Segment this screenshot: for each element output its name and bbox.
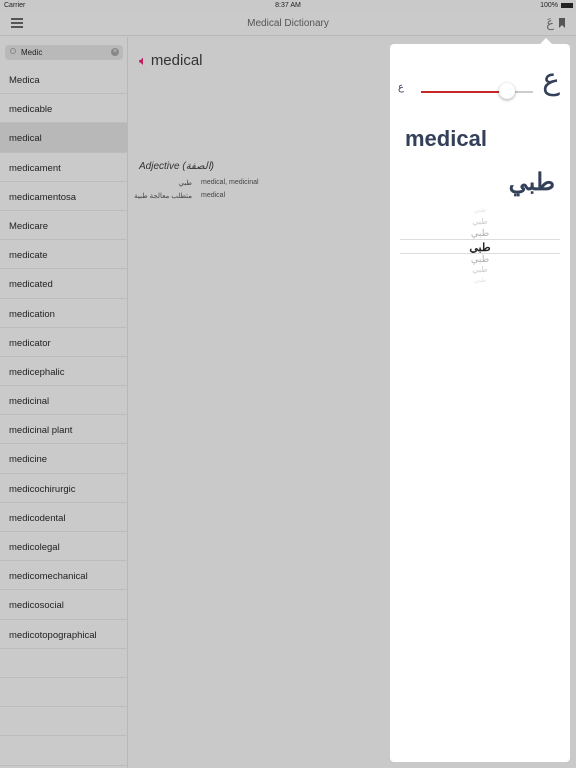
list-item[interactable]: medicament xyxy=(0,153,128,182)
definition-ar: متطلب معالجة طبية xyxy=(134,193,192,200)
small-size-glyph: ع xyxy=(398,82,404,93)
list-item[interactable]: medicator xyxy=(0,328,128,357)
slider-knob[interactable] xyxy=(499,83,516,99)
list-item[interactable]: medication xyxy=(0,299,128,328)
list-item[interactable]: medicephalic xyxy=(0,357,128,387)
part-of-speech: Adjective (الصفة) xyxy=(139,161,214,172)
preview-arabic: طبي xyxy=(508,169,555,196)
arabic-font-button[interactable]: عَ xyxy=(546,15,554,31)
list-item[interactable]: medicine xyxy=(0,444,128,474)
search-icon xyxy=(10,48,16,54)
clear-icon[interactable]: × xyxy=(111,48,119,56)
speaker-icon[interactable]: 🔈︎ xyxy=(139,53,147,68)
list-item[interactable]: Medicare xyxy=(0,211,128,241)
empty-row xyxy=(0,678,128,708)
empty-row xyxy=(0,649,128,678)
empty-row xyxy=(0,707,128,737)
picker-divider xyxy=(400,239,560,240)
sidebar: Medic × Medica medicable medical medicament… xyxy=(0,37,128,768)
list-item[interactable]: medicate xyxy=(0,240,128,270)
font-size-slider[interactable] xyxy=(421,83,533,99)
list-item[interactable]: medicomechanical xyxy=(0,561,128,591)
picker-option[interactable]: طبي xyxy=(400,206,560,214)
definition-en: medical xyxy=(201,192,226,199)
clock: 8:37 AM xyxy=(275,2,301,9)
list-item[interactable]: medical xyxy=(0,123,128,153)
definition-en: medical, medicinal xyxy=(201,179,259,186)
font-size-popover: ع ع medical طبي طبي طبي طبي طبي طبي طبي طبي xyxy=(390,44,570,762)
picker-option[interactable]: طبي xyxy=(400,228,560,239)
entry-heading: 🔈︎ medical xyxy=(139,52,203,69)
status-bar: Carrier 8:37 AM 100% xyxy=(0,0,576,12)
list-item[interactable]: medicamentosa xyxy=(0,182,128,211)
picker-option[interactable]: طبي xyxy=(400,217,560,226)
battery-percent: 100% xyxy=(540,2,558,9)
picker-option[interactable]: طبي xyxy=(400,276,560,284)
picker-option[interactable]: طبي xyxy=(400,254,560,265)
battery-icon xyxy=(561,3,573,8)
list-item[interactable]: medicinal xyxy=(0,386,128,416)
empty-row xyxy=(0,736,128,766)
search-input[interactable]: Medic × xyxy=(5,45,123,60)
list-item[interactable]: medicosocial xyxy=(0,590,128,620)
picker-option[interactable]: طبي xyxy=(400,265,560,274)
list-item[interactable]: Medica xyxy=(0,65,128,95)
entry-word: medical xyxy=(150,52,203,69)
list-item[interactable]: medicated xyxy=(0,269,128,299)
search-value: Medic xyxy=(21,48,43,57)
list-item[interactable]: medicotopographical xyxy=(0,620,128,649)
definition-ar: طبي xyxy=(178,180,192,187)
word-list[interactable]: Medica medicable medical medicament medicame… xyxy=(0,65,128,766)
list-item[interactable]: medicolegal xyxy=(0,532,128,562)
preview-english: medical xyxy=(405,126,487,151)
large-size-glyph: ع xyxy=(542,63,560,96)
picker-divider xyxy=(400,253,560,254)
nav-bar: Medical Dictionary عَ xyxy=(0,12,576,36)
list-item[interactable]: medicable xyxy=(0,94,128,124)
page-title: Medical Dictionary xyxy=(247,18,329,29)
list-item[interactable]: medicinal plant xyxy=(0,415,128,445)
list-item[interactable]: medicochirurgic xyxy=(0,474,128,503)
list-item[interactable]: medicodental xyxy=(0,503,128,532)
